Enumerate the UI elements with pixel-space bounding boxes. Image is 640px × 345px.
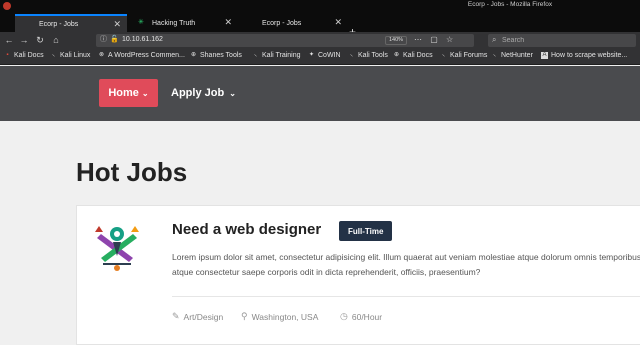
tab-label: Ecorp - Jobs — [39, 20, 79, 28]
job-category: ✎ Art/Design — [172, 311, 223, 322]
bookmark-label: Kali Linux — [60, 52, 91, 59]
kali-icon: ⸜ — [253, 52, 257, 58]
bookmark-kali-forums[interactable]: ⸜ Kali Forums — [440, 52, 487, 59]
page-icon — [248, 19, 256, 27]
bookmark-label: A WordPress Commen... — [108, 52, 185, 59]
bookmark-how-to-scrape[interactable]: A How to scrape website... — [541, 52, 627, 59]
forward-icon[interactable]: → — [18, 34, 30, 46]
zoom-level[interactable]: 140% — [385, 36, 407, 45]
bookmark-shanes-tools[interactable]: ⊕ Shanes Tools — [190, 52, 242, 59]
home-nav-button[interactable]: Home ⌄ — [99, 79, 158, 107]
bookmark-kali-tools[interactable]: ⸜ Kali Tools — [348, 52, 388, 59]
job-title[interactable]: Need a web designer — [172, 221, 321, 238]
close-icon[interactable]: ✕ — [113, 19, 121, 30]
job-category-label: Art/Design — [183, 311, 224, 322]
back-icon[interactable]: ← — [3, 34, 15, 46]
window-title: Ecorp - Jobs - Mozilla Firefox — [467, 1, 553, 8]
job-card[interactable]: Need a web designer Full-Time Lorem ipsu… — [76, 205, 640, 345]
page-title: Hot Jobs — [76, 157, 188, 187]
bookmark-label: Kali Training — [262, 52, 301, 59]
job-location-label: Washington, USA — [251, 311, 319, 322]
insecure-lock-icon[interactable]: 🔓 — [110, 36, 119, 44]
home-nav-label: Home — [108, 87, 139, 99]
tab-ecorp-jobs-active[interactable]: Ecorp - Jobs ✕ — [15, 14, 127, 32]
map-pin-icon: ⚲ — [241, 311, 248, 321]
job-rate-label: 60/Hour — [351, 311, 383, 322]
reload-icon[interactable]: ↻ — [34, 34, 46, 46]
search-icon: ⌕ — [492, 35, 497, 44]
bookmark-label: Kali Docs — [14, 52, 44, 59]
close-icon[interactable]: ✕ — [224, 17, 232, 28]
chevron-down-icon: ⌄ — [229, 89, 236, 98]
job-description-line: atque consectetur saepe corporis odit in… — [172, 267, 481, 277]
tab-hacking-truth[interactable]: ✳ Hacking Truth ✕ — [128, 14, 238, 32]
bookmark-cowin[interactable]: ✦ CoWIN — [308, 52, 341, 59]
tab-ecorp-jobs[interactable]: Ecorp - Jobs ✕ — [238, 14, 348, 32]
bookmark-label: How to scrape website... — [551, 52, 628, 59]
url-bar[interactable]: ⓘ 🔓 10.10.61.162 140% ⋯ ▢ ☆ — [96, 34, 474, 47]
home-icon[interactable]: ⌂ — [50, 34, 62, 46]
tab-label: Hacking Truth — [152, 19, 196, 27]
kali-icon: ⸜ — [51, 52, 55, 58]
job-description: Lorem ipsum dolor sit amet, consectetur … — [172, 250, 640, 280]
nav-toolbar: ← → ↻ ⌂ ⓘ 🔓 10.10.61.162 140% ⋯ ▢ ☆ ⌕ — [0, 32, 640, 49]
search-bar[interactable]: ⌕ — [488, 34, 636, 47]
wordpress-icon: ⊗ — [98, 52, 105, 58]
apply-job-nav-button[interactable]: Apply Job ⌄ — [171, 87, 236, 99]
kali-icon: ⸜ — [441, 52, 445, 58]
globe-icon: ⊕ — [190, 52, 197, 58]
close-icon[interactable]: ✕ — [334, 17, 342, 28]
bookmark-label: NetHunter — [501, 52, 533, 59]
kali-icon: ⸜ — [492, 52, 496, 58]
bookmark-label: Shanes Tools — [200, 52, 242, 59]
job-rate: ◷ 60/Hour — [340, 311, 382, 322]
job-divider — [172, 296, 640, 297]
bookmark-label: Kali Docs — [403, 52, 433, 59]
bookmark-label: Kali Forums — [450, 52, 488, 59]
shield-icon: ✦ — [308, 52, 315, 58]
hacking-truth-icon: ✳ — [138, 19, 144, 26]
apply-job-nav-label: Apply Job — [171, 87, 225, 99]
bookmark-kali-docs-2[interactable]: ⊕ Kali Docs — [393, 52, 433, 59]
window-titlebar: Ecorp - Jobs - Mozilla Firefox — [0, 0, 640, 12]
bookmark-wordpress[interactable]: ⊗ A WordPress Commen... — [98, 52, 185, 59]
site-header: Home ⌄ Apply Job ⌄ — [0, 66, 640, 121]
bookmark-kali-training[interactable]: ⸜ Kali Training — [252, 52, 301, 59]
page-icon — [25, 20, 33, 28]
design-tools-logo-icon — [95, 226, 139, 271]
job-description-line: Lorem ipsum dolor sit amet, consectetur … — [172, 252, 640, 262]
main-content: Hot Jobs Need a web designer Full-Time L… — [0, 121, 640, 345]
info-icon[interactable]: ⓘ — [100, 36, 108, 44]
clock-icon: ◷ — [340, 311, 348, 321]
bookmark-label: CoWIN — [318, 52, 341, 59]
bookmark-kali-linux[interactable]: ⸜ Kali Linux — [50, 52, 90, 59]
tab-label: Ecorp - Jobs — [262, 19, 302, 27]
pencil-icon: ✎ — [172, 311, 180, 321]
page-icon: A — [541, 52, 548, 59]
job-location: ⚲ Washington, USA — [241, 311, 318, 322]
bookmark-label: Kali Tools — [358, 52, 388, 59]
url-text[interactable]: 10.10.61.162 — [122, 36, 163, 43]
kali-icon: ⸜ — [349, 52, 353, 58]
bookmark-kali-docs[interactable]: ▪ Kali Docs — [4, 52, 44, 59]
kali-icon: ▪ — [6, 52, 9, 58]
search-input[interactable] — [502, 35, 627, 46]
globe-icon: ⊕ — [393, 52, 400, 58]
chevron-down-icon: ⌄ — [141, 88, 149, 98]
tab-strip: Ecorp - Jobs ✕ ✳ Hacking Truth ✕ Ecorp -… — [0, 12, 640, 38]
page-actions-icon[interactable]: ⋯ ▢ ☆ — [414, 35, 456, 44]
bookmark-nethunter[interactable]: ⸜ NetHunter — [491, 52, 533, 59]
job-type-badge: Full-Time — [339, 221, 393, 241]
bookmarks-bar: ▪ Kali Docs ⸜ Kali Linux ⊗ A WordPress C… — [0, 49, 640, 65]
